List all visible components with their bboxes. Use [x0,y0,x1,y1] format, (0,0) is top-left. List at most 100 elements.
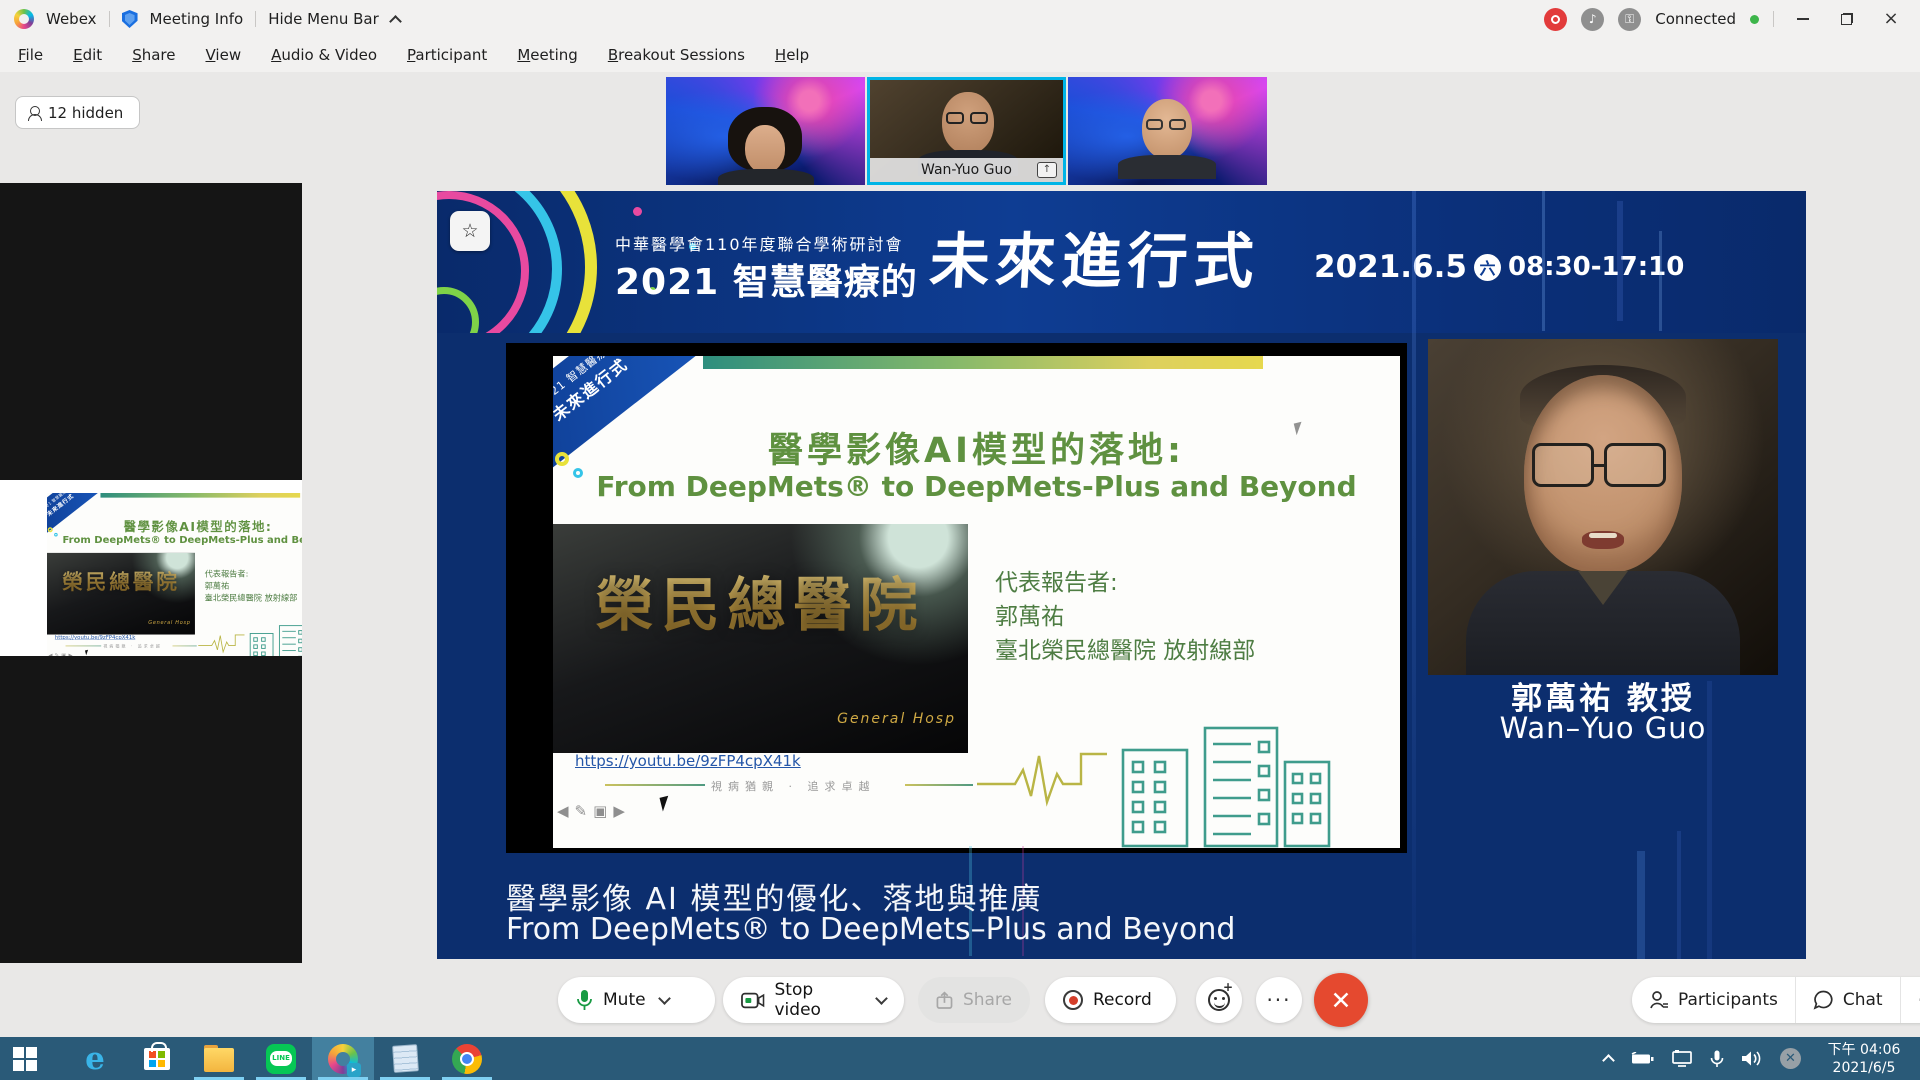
menu-view[interactable]: View [205,46,241,64]
mouse-cursor [660,795,677,812]
volume-icon[interactable] [1741,1050,1763,1067]
glitch-streak [1412,191,1416,959]
mute-label: Mute [603,990,646,1010]
mute-button[interactable]: Mute [558,977,715,1023]
ellipsis-icon: ··· [1266,995,1291,1005]
youtube-link[interactable]: https://youtu.be/9zFP4cpX41k [55,634,135,640]
tray-app-x-icon[interactable]: ✕ [1780,1048,1801,1069]
battery-icon[interactable] [1630,1052,1654,1066]
recording-indicator-icon[interactable] [1544,8,1567,31]
leave-meeting-button[interactable]: ✕ [1314,973,1368,1027]
divider [1773,11,1774,27]
presenter-label: 代表報告者: [995,566,1255,600]
person-icon [28,106,40,120]
more-options-button[interactable]: ··· [1256,977,1302,1023]
taskbar-file-explorer[interactable] [188,1037,250,1080]
video-thumbnail-1[interactable] [666,77,865,185]
tray-expand-chevron-icon[interactable] [1602,1054,1615,1067]
meeting-info-shield-icon [122,10,138,28]
pen-tool-icon[interactable]: ✎ [55,652,59,656]
share-button[interactable]: Share [918,977,1030,1023]
menu-edit[interactable]: Edit [73,46,102,64]
youtube-link[interactable]: https://youtu.be/9zFP4cpX41k [575,752,801,770]
record-button[interactable]: Record [1045,977,1176,1023]
mute-options-chevron-icon[interactable] [658,992,671,1005]
close-button[interactable]: × [1876,7,1906,31]
start-button[interactable] [0,1037,50,1080]
taskbar-store[interactable] [126,1037,188,1080]
next-slide-icon[interactable]: ▶ [613,802,625,820]
restore-button[interactable] [1832,7,1862,31]
meeting-info-button[interactable]: Meeting Info [150,10,244,28]
network-icon[interactable] [1671,1050,1693,1067]
menu-share[interactable]: Share [132,46,175,64]
next-slide-icon[interactable]: ▶ [69,652,73,656]
hidden-participants-button[interactable]: 12 hidden [15,96,140,129]
banner-title-prefix: 2021 智慧醫療的 [615,253,918,305]
stop-video-button[interactable]: Stop video [723,977,904,1023]
lock-key-icon[interactable]: ⚿ [1618,8,1641,31]
file-explorer-icon [204,1050,234,1072]
hide-menu-bar-button[interactable]: Hide Menu Bar [268,10,379,28]
slide-menu-icon[interactable]: ▣ [61,652,66,656]
taskbar-chrome[interactable] [436,1037,498,1080]
prev-slide-icon[interactable]: ◀ [557,802,569,820]
slide-title: 醫學影像AI模型的落地: [47,517,302,535]
reactions-button[interactable]: + [1196,977,1242,1023]
annotation-star-button[interactable]: ☆ [450,211,490,251]
glitch-streak [1677,831,1681,959]
active-speaker-name-tag: Wan-Yuo Guo ↑ [870,158,1063,182]
speaker-mouth [1582,531,1624,549]
glitch-streak [1659,231,1662,331]
presenter-block: 代表報告者: 郭萬祐 臺北榮民總醫院 放射線部 [995,566,1255,668]
microphone-tray-icon[interactable] [1710,1050,1724,1068]
prev-slide-icon[interactable]: ◀ [48,652,52,656]
banner-title-main: 未來進行式 [928,213,1263,300]
menu-audio-video[interactable]: Audio & Video [271,46,377,64]
windows-logo-icon [13,1047,37,1071]
slide-menu-icon[interactable]: ▣ [593,802,607,820]
slide-preview-mini: 2021 智慧醫療的 未來進行式 醫學影像AI模型的落地: From DeepM… [0,480,302,656]
presenter-block: 代表報告者: 郭萬祐 臺北榮民總醫院 放射線部 [205,568,298,604]
mouse-cursor [85,649,91,655]
more-panels-button[interactable]: ··· [1901,977,1920,1023]
app-title: Webex [46,10,97,28]
deco-line [66,646,102,647]
video-thumbnail-3[interactable] [1068,77,1267,185]
menu-breakout-sessions[interactable]: Breakout Sessions [608,46,745,64]
video-thumbnail-active-speaker[interactable]: Wan-Yuo Guo ↑ [867,77,1066,185]
taskbar-webex-active[interactable]: ▸ [312,1037,374,1080]
slideshow-nav-toolbar: ◀ ✎ ▣ ▶ [48,652,72,656]
presenter-dept: 臺北榮民總醫院 放射線部 [205,592,298,604]
presentation-preview-panel[interactable]: 2021 智慧醫療的 未來進行式 醫學影像AI模型的落地: From DeepM… [0,183,302,963]
chat-bubble-icon [1813,990,1834,1010]
buildings-graphic [245,623,302,656]
taskbar-line[interactable]: LINE [250,1037,312,1080]
taskbar-edge[interactable]: e [64,1037,126,1080]
menu-file[interactable]: File [18,46,43,64]
chevron-up-icon[interactable] [389,15,402,28]
video-options-chevron-icon[interactable] [875,992,888,1005]
menu-participant[interactable]: Participant [407,46,487,64]
taskbar-notepad[interactable] [374,1037,436,1080]
menu-meeting[interactable]: Meeting [517,46,578,64]
slideshow-nav-toolbar: ◀ ✎ ▣ ▶ [557,802,625,820]
share-label: Share [963,990,1012,1010]
pen-tool-icon[interactable]: ✎ [575,802,588,820]
music-mode-icon[interactable]: ♪ [1581,8,1604,31]
ecg-heartbeat-graphic [198,633,246,655]
menu-help[interactable]: Help [775,46,809,64]
chat-button[interactable]: Chat [1796,977,1900,1023]
share-screen-icon[interactable]: ↑ [1037,162,1057,178]
glitch-streak [1617,201,1623,321]
banner-subtitle: 中華醫學會110年度聯合學術研討會 [615,231,904,255]
caption-line2: From DeepMets® to DeepMets–Plus and Beyo… [506,912,1235,947]
speaker-video[interactable] [1428,339,1778,675]
microphone-icon [576,989,593,1011]
deco-line [605,784,705,786]
minimize-button[interactable] [1788,7,1818,31]
taskbar-clock[interactable]: 下午 04:06 2021/6/5 [1818,1041,1910,1077]
banner-day-circle: 六 [1474,254,1501,281]
microsoft-store-icon [144,1048,170,1070]
participants-button[interactable]: Participants [1632,977,1795,1023]
